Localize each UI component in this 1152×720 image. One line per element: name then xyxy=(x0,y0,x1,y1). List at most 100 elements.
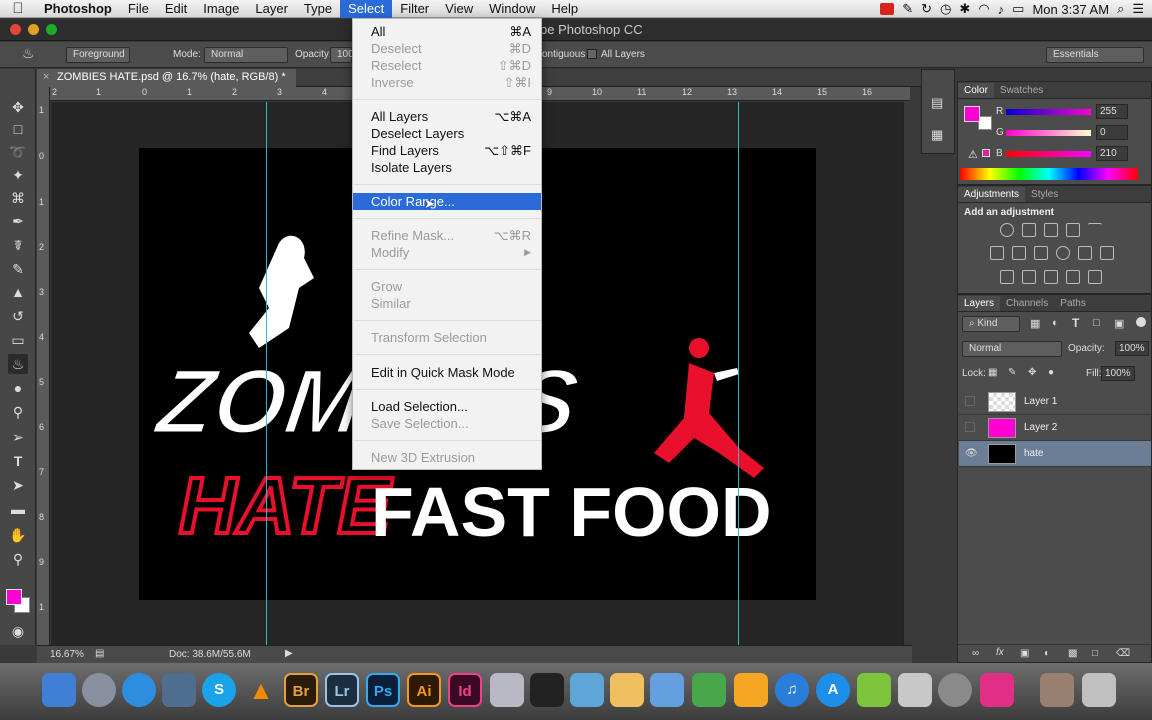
menu-help[interactable]: Help xyxy=(543,0,586,18)
black-white-icon[interactable] xyxy=(1034,246,1048,260)
tab-channels[interactable]: Channels xyxy=(1000,296,1054,311)
close-tab-icon[interactable]: × xyxy=(43,71,49,83)
r-value-input[interactable]: 255 xyxy=(1096,104,1128,119)
photo-filter-icon[interactable] xyxy=(1056,246,1070,260)
minimize-window-button[interactable] xyxy=(28,24,39,35)
new-adjustment-layer-icon[interactable]: ◐ xyxy=(1044,648,1050,659)
color-bg-swatch[interactable] xyxy=(978,116,992,130)
path-selection-tool-icon[interactable]: ➤ xyxy=(8,475,28,495)
imovie-icon[interactable] xyxy=(490,673,524,707)
menu-item-color-range[interactable]: Color Range... xyxy=(353,193,541,210)
guide-line[interactable] xyxy=(266,102,267,645)
all-layers-checkbox[interactable] xyxy=(587,49,597,59)
layer-visibility-toggle[interactable] xyxy=(965,422,975,432)
vertical-scrollbar[interactable] xyxy=(903,102,912,645)
b-value-input[interactable]: 210 xyxy=(1096,146,1128,161)
lock-all-icon[interactable]: ● xyxy=(1048,367,1054,378)
app-store-icon[interactable]: A xyxy=(816,673,850,707)
brush-tool-icon[interactable]: ✎ xyxy=(8,259,28,279)
blend-mode-dropdown[interactable]: Normal xyxy=(962,341,1062,357)
itunes-icon[interactable]: ♫ xyxy=(775,673,809,707)
color-spectrum-ramp[interactable] xyxy=(960,168,1138,180)
layer-name[interactable]: hate xyxy=(1024,448,1043,459)
clone-stamp-tool-icon[interactable]: ▲ xyxy=(8,282,28,302)
tool-status-icon[interactable]: ✎ xyxy=(902,1,913,17)
layer-kind-filter[interactable]: ⌕ Kind xyxy=(962,316,1020,332)
lock-transparent-icon[interactable]: ▦ xyxy=(988,367,997,378)
menu-file[interactable]: File xyxy=(120,0,157,18)
threshold-icon[interactable] xyxy=(1044,270,1058,284)
menu-item-find-layers[interactable]: Find Layers ⌥⇧⌘F xyxy=(353,142,541,159)
ibooks-icon[interactable] xyxy=(734,673,768,707)
menu-item-new-3d-extrusion[interactable]: New 3D Extrusion xyxy=(353,449,541,466)
menu-window[interactable]: Window xyxy=(481,0,543,18)
foreground-color-swatch[interactable] xyxy=(6,589,22,605)
new-layer-icon[interactable]: □ xyxy=(1092,648,1098,659)
link-layers-icon[interactable]: ∞ xyxy=(972,648,979,659)
adjustment-layer-filter-icon[interactable]: ◐ xyxy=(1052,317,1059,329)
menu-item-quick-mask[interactable]: Edit in Quick Mask Mode xyxy=(353,364,541,381)
xcode-icon[interactable] xyxy=(570,673,604,707)
history-panel-icon[interactable]: ▤ xyxy=(931,95,943,111)
menu-select[interactable]: Select xyxy=(340,0,393,18)
gamut-warning-icon[interactable]: ⚠ xyxy=(968,148,978,161)
menu-item-all[interactable]: All ⌘A xyxy=(353,23,541,40)
trash-icon[interactable] xyxy=(1082,673,1116,707)
close-window-button[interactable] xyxy=(10,24,21,35)
sync-icon[interactable]: ↻ xyxy=(921,1,932,17)
posterize-icon[interactable] xyxy=(1022,270,1036,284)
spotlight-search-icon[interactable]: ⌕ xyxy=(1117,1,1124,17)
tab-layers[interactable]: Layers xyxy=(958,296,1001,311)
system-preferences-icon[interactable] xyxy=(938,673,972,707)
utility-app-icon[interactable] xyxy=(857,673,891,707)
brightness-contrast-icon[interactable] xyxy=(1000,223,1014,237)
curves-icon[interactable] xyxy=(1044,223,1058,237)
textedit-icon[interactable] xyxy=(610,673,644,707)
paint-bucket-tool-icon[interactable]: ♨ xyxy=(22,45,35,62)
wifi-icon[interactable]: ◠ xyxy=(978,1,989,17)
menu-image[interactable]: Image xyxy=(195,0,247,18)
menu-view[interactable]: View xyxy=(437,0,481,18)
layer-opacity-input[interactable]: 100% xyxy=(1115,341,1149,356)
notification-center-icon[interactable]: ☰ xyxy=(1132,1,1144,17)
photoshop-icon[interactable]: Ps xyxy=(366,673,400,707)
layer-row[interactable]: Layer 1 xyxy=(959,389,1151,415)
eye-icon[interactable]: 👁 xyxy=(965,448,978,460)
r-slider[interactable] xyxy=(1006,109,1091,115)
volume-icon[interactable]: ♪ xyxy=(998,2,1005,17)
layer-name[interactable]: Layer 2 xyxy=(1024,422,1057,433)
invert-icon[interactable] xyxy=(1000,270,1014,284)
status-menu-arrow-icon[interactable]: ▶ xyxy=(285,648,293,659)
preview-icon[interactable] xyxy=(898,673,932,707)
layer-visibility-toggle[interactable] xyxy=(965,396,975,406)
selective-color-icon[interactable] xyxy=(1066,270,1080,284)
zoom-level[interactable]: 16.67% xyxy=(50,649,84,660)
menu-item-deselect-layers[interactable]: Deselect Layers xyxy=(353,125,541,142)
recording-icon[interactable] xyxy=(880,3,895,15)
exposure-icon[interactable] xyxy=(1066,223,1080,237)
properties-panel-icon[interactable]: ▦ xyxy=(931,127,943,143)
menu-type[interactable]: Type xyxy=(296,0,340,18)
tab-color[interactable]: Color xyxy=(958,83,994,98)
marquee-tool-icon[interactable]: □ xyxy=(8,119,28,139)
numbers-icon[interactable] xyxy=(692,673,726,707)
g-slider[interactable] xyxy=(1006,130,1091,136)
hand-tool-icon[interactable]: ✋ xyxy=(8,525,28,545)
menu-layer[interactable]: Layer xyxy=(247,0,296,18)
eraser-tool-icon[interactable]: ▭ xyxy=(8,330,28,350)
tab-swatches[interactable]: Swatches xyxy=(994,83,1049,98)
crop-tool-icon[interactable]: ⌘ xyxy=(8,188,28,208)
rectangle-tool-icon[interactable]: ▬ xyxy=(8,499,28,519)
dodge-tool-icon[interactable]: ⚲ xyxy=(8,402,28,422)
time-machine-icon[interactable]: ◷ xyxy=(940,1,951,17)
apple-menu-icon[interactable]:  xyxy=(0,0,36,17)
clock[interactable]: Mon 3:37 AM xyxy=(1032,2,1109,17)
pixel-layer-filter-icon[interactable]: ▦ xyxy=(1030,317,1040,330)
filter-toggle-icon[interactable] xyxy=(1136,317,1146,327)
menu-item-refine-mask[interactable]: Refine Mask... ⌥⌘R xyxy=(353,227,541,244)
mode-dropdown[interactable]: Normal xyxy=(204,47,288,63)
menu-item-modify[interactable]: Modify ▶ xyxy=(353,244,541,261)
color-lookup-icon[interactable] xyxy=(1100,246,1114,260)
color-fg-swatch[interactable] xyxy=(964,106,980,122)
type-tool-icon[interactable]: T xyxy=(8,451,28,471)
